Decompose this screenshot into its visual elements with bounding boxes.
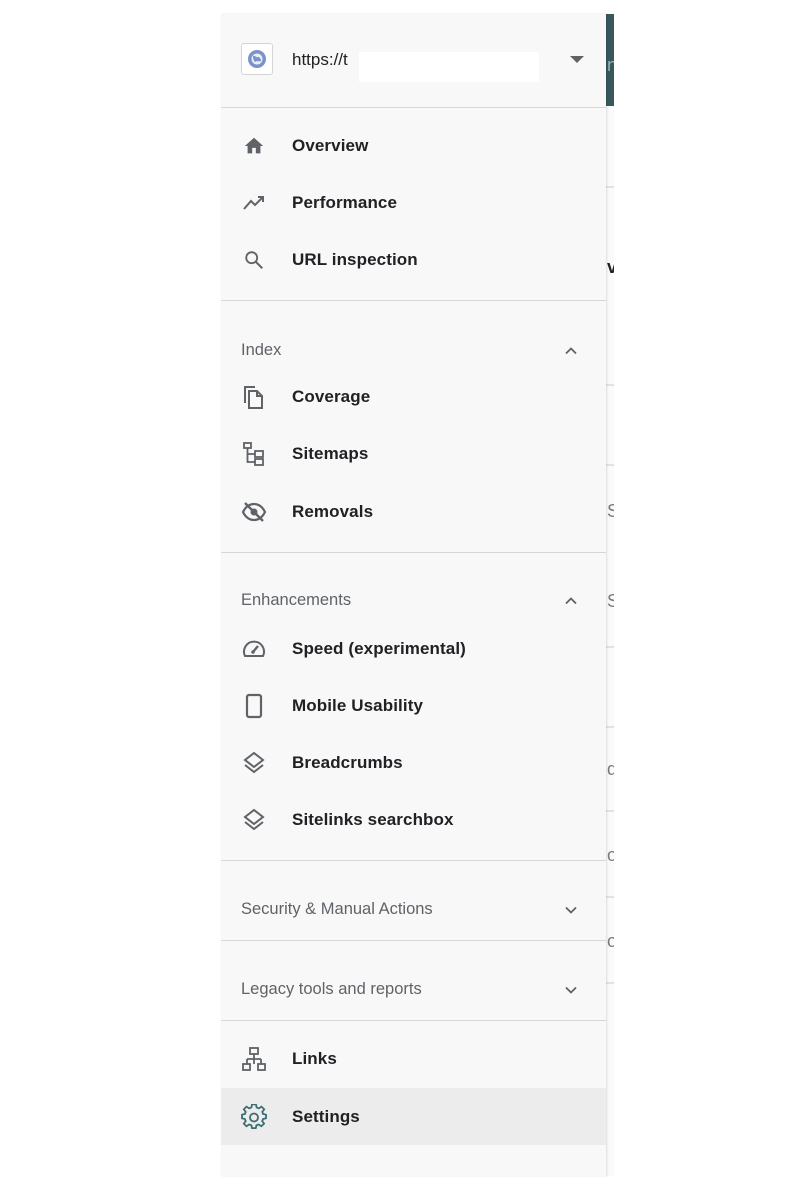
section-security-header[interactable]: Security & Manual Actions xyxy=(221,886,606,934)
background-divider xyxy=(606,384,614,386)
background-text: o xyxy=(607,931,614,951)
speed-gauge-icon xyxy=(241,636,267,662)
section-title: Security & Manual Actions xyxy=(241,900,433,918)
property-selector[interactable]: https://t xyxy=(221,14,606,108)
background-text: v xyxy=(607,257,614,277)
background-divider xyxy=(606,646,614,648)
section-title: Legacy tools and reports xyxy=(241,980,422,998)
nav-item-performance[interactable]: Performance xyxy=(221,174,606,231)
chevron-down-icon xyxy=(563,982,579,998)
navigation-drawer: https://t Overview Performance URL inspe… xyxy=(221,14,606,1176)
nav-item-mobile-usability[interactable]: Mobile Usability xyxy=(221,677,606,734)
nav-item-removals[interactable]: Removals xyxy=(221,483,606,540)
background-text: S xyxy=(607,501,614,521)
nav-item-speed[interactable]: Speed (experimental) xyxy=(221,620,606,677)
eye-off-icon xyxy=(241,499,267,525)
home-icon xyxy=(241,133,267,159)
background-text: d xyxy=(607,759,614,779)
nav-item-label: Performance xyxy=(292,193,398,212)
background-page: n v S S d o o xyxy=(606,14,614,1176)
nav-item-label: Sitelinks searchbox xyxy=(292,810,454,829)
nav-item-overview[interactable]: Overview xyxy=(221,117,606,174)
search-icon xyxy=(241,247,267,273)
dropdown-caret-icon[interactable] xyxy=(570,56,584,63)
nav-item-label: Links xyxy=(292,1049,337,1068)
nav-item-label: Overview xyxy=(292,136,369,155)
nav-item-label: Removals xyxy=(292,502,374,521)
globe-icon xyxy=(241,43,273,75)
nav-item-coverage[interactable]: Coverage xyxy=(221,368,606,425)
nav-item-label: Coverage xyxy=(292,387,371,406)
layers-icon xyxy=(241,750,267,776)
divider xyxy=(221,1020,606,1021)
nav-item-label: URL inspection xyxy=(292,250,418,269)
nav-item-settings[interactable]: Settings xyxy=(221,1088,606,1145)
background-divider xyxy=(606,896,614,898)
background-divider xyxy=(606,982,614,984)
background-divider xyxy=(606,726,614,728)
divider xyxy=(221,940,606,941)
smartphone-icon xyxy=(241,693,267,719)
chevron-up-icon xyxy=(563,593,579,609)
nav-item-label: Sitemaps xyxy=(292,444,369,463)
layers-icon xyxy=(241,807,267,833)
nav-item-label: Speed (experimental) xyxy=(292,639,466,658)
divider xyxy=(221,860,606,861)
divider xyxy=(221,300,606,301)
section-legacy-header[interactable]: Legacy tools and reports xyxy=(221,966,606,1014)
sitemap-icon xyxy=(241,441,267,467)
nav-item-label: Mobile Usability xyxy=(292,696,424,715)
nav-item-label: Settings xyxy=(292,1107,360,1126)
background-text: S xyxy=(607,591,614,611)
nav-item-sitemaps[interactable]: Sitemaps xyxy=(221,425,606,482)
background-divider xyxy=(606,186,614,188)
chevron-down-icon xyxy=(563,902,579,918)
background-text: o xyxy=(607,845,614,865)
section-enhancements-header[interactable]: Enhancements xyxy=(221,577,606,625)
nav-item-breadcrumbs[interactable]: Breadcrumbs xyxy=(221,734,606,791)
trending-up-icon xyxy=(241,190,267,216)
chevron-up-icon xyxy=(563,343,579,359)
section-title: Enhancements xyxy=(241,591,352,609)
background-text: n xyxy=(607,55,614,75)
background-divider xyxy=(606,810,614,812)
gear-icon xyxy=(241,1104,267,1130)
property-url: https://t xyxy=(292,50,348,69)
nav-item-url-inspection[interactable]: URL inspection xyxy=(221,231,606,288)
nav-item-label: Breadcrumbs xyxy=(292,753,403,772)
coverage-icon xyxy=(241,384,267,410)
divider xyxy=(221,552,606,553)
nav-item-sitelinks-searchbox[interactable]: Sitelinks searchbox xyxy=(221,791,606,848)
section-title: Index xyxy=(241,341,282,359)
redacted-url xyxy=(359,52,539,82)
nav-item-links[interactable]: Links xyxy=(221,1030,606,1087)
links-network-icon xyxy=(241,1046,267,1072)
background-divider xyxy=(606,464,614,466)
